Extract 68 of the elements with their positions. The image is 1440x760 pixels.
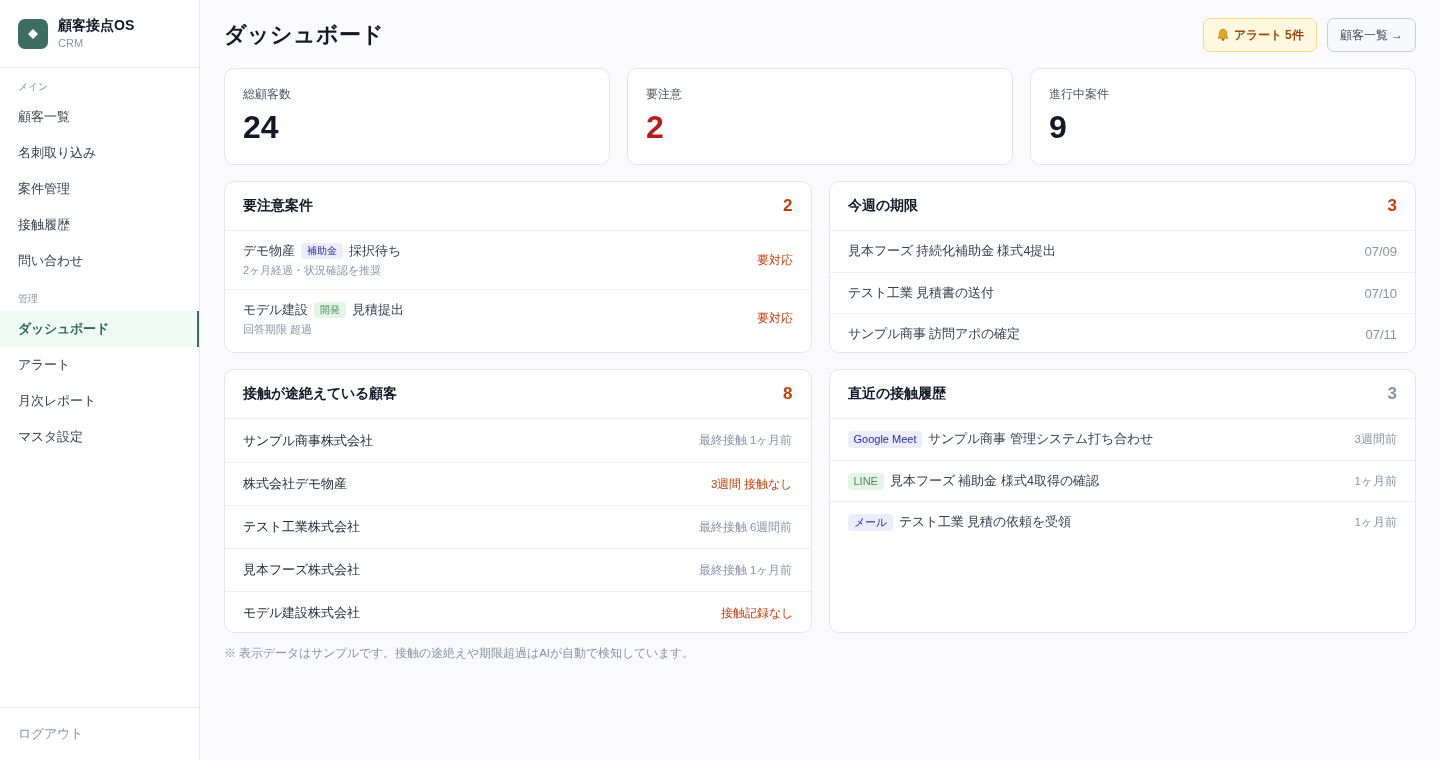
alerts-button[interactable]: アラート 5件 [1202, 18, 1317, 52]
stat-label: 要注意 [646, 86, 682, 102]
due-date: 07/11 [1365, 326, 1397, 342]
channel-tag: LINE [847, 472, 884, 490]
nav-item[interactable]: ダッシュボード [0, 311, 199, 347]
item-count: 3 [1387, 196, 1397, 216]
activity-title: テスト工業 見積の依頼を受領 [898, 513, 1071, 531]
panel-title: 今週の期限 [847, 197, 918, 215]
customer-name: 見本フーズ株式会社 [243, 561, 360, 579]
due-date: 07/10 [1364, 285, 1397, 301]
task-title: 見本フーズ 持続化補助金 様式4提出 [847, 243, 1057, 260]
last-contact: 最終接触 6週間前 [698, 519, 793, 535]
case-title: 見積提出 [352, 300, 404, 319]
nav-item[interactable]: 案件管理 [0, 171, 199, 207]
customer-name: サンプル商事株式会社 [243, 431, 373, 450]
item-count: 3 [1387, 384, 1397, 404]
nav-item[interactable]: 接触履歴 [0, 207, 199, 243]
time-ago: 1ヶ月前 [1354, 514, 1397, 530]
last-contact: 最終接触 1ヶ月前 [698, 562, 793, 578]
case-title: 採択待ち [349, 242, 401, 260]
time-ago: 3週間前 [1354, 432, 1397, 447]
nav-item[interactable]: マスタ設定 [0, 419, 199, 455]
logo-icon [18, 18, 48, 49]
footnote: ※ 表示データはサンプルです。接触の途絶えや期限超過はAIが自動で検知しています。 [224, 646, 695, 661]
panel-title: 要注意案件 [243, 197, 313, 215]
nav-item[interactable]: 名刺取り込み [0, 135, 199, 171]
last-contact: 3週間 接触なし [710, 476, 793, 492]
channel-tag: メール [847, 513, 893, 531]
time-ago: 1ヶ月前 [1354, 473, 1397, 489]
stat-value: 9 [1049, 108, 1067, 147]
last-contact: 最終接触 1ヶ月前 [698, 433, 793, 448]
task-title: テスト工業 見積書の送付 [847, 284, 994, 302]
nav-item[interactable]: 問い合わせ [0, 243, 199, 279]
item-count: 2 [783, 196, 793, 216]
status-label: 要対応 [756, 311, 793, 326]
panel-title: 直近の接触履歴 [847, 385, 946, 403]
nav-item[interactable]: アラート [0, 347, 199, 383]
app-subtitle: CRM [58, 37, 84, 50]
channel-tag: Google Meet [847, 431, 923, 448]
category-tag: 開発 [314, 301, 346, 318]
due-date: 07/09 [1364, 244, 1397, 259]
stat-value: 24 [243, 108, 279, 147]
company-name: モデル建設 [243, 300, 308, 319]
panel-title: 接触が途絶えている顧客 [243, 385, 397, 403]
last-contact: 接触記録なし [720, 605, 793, 621]
task-title: サンプル商事 訪問アポの確定 [847, 325, 1020, 343]
page-title: ダッシュボード [224, 21, 384, 49]
item-count: 8 [783, 384, 793, 404]
customer-name: テスト工業株式会社 [243, 518, 360, 536]
category-tag: 補助金 [301, 243, 343, 259]
stat-label: 進行中案件 [1049, 86, 1109, 102]
nav-section-label: 管理 [18, 292, 38, 306]
nav-item[interactable]: 月次レポート [0, 383, 199, 419]
customer-list-button[interactable]: 顧客一覧 → [1326, 18, 1416, 52]
activity-title: サンプル商事 管理システム打ち合わせ [928, 431, 1153, 448]
customer-name: 株式会社デモ物産 [243, 475, 347, 493]
bell-icon [1215, 28, 1230, 42]
activity-title: 見本フーズ 補助金 様式4取得の確認 [889, 472, 1099, 490]
stat-value: 2 [646, 108, 664, 147]
app-name: 顧客接点OS [58, 17, 135, 34]
case-note: 回答期限 超過 [243, 321, 313, 337]
case-note: 2ヶ月経過・状況確認を推奨 [243, 263, 382, 278]
customer-name: モデル建設株式会社 [243, 604, 360, 622]
stat-label: 総顧客数 [243, 86, 291, 102]
nav-item[interactable]: 顧客一覧 [0, 99, 199, 135]
status-label: 要対応 [756, 252, 793, 268]
nav-section-label: メイン [18, 80, 48, 94]
company-name: デモ物産 [243, 242, 295, 260]
